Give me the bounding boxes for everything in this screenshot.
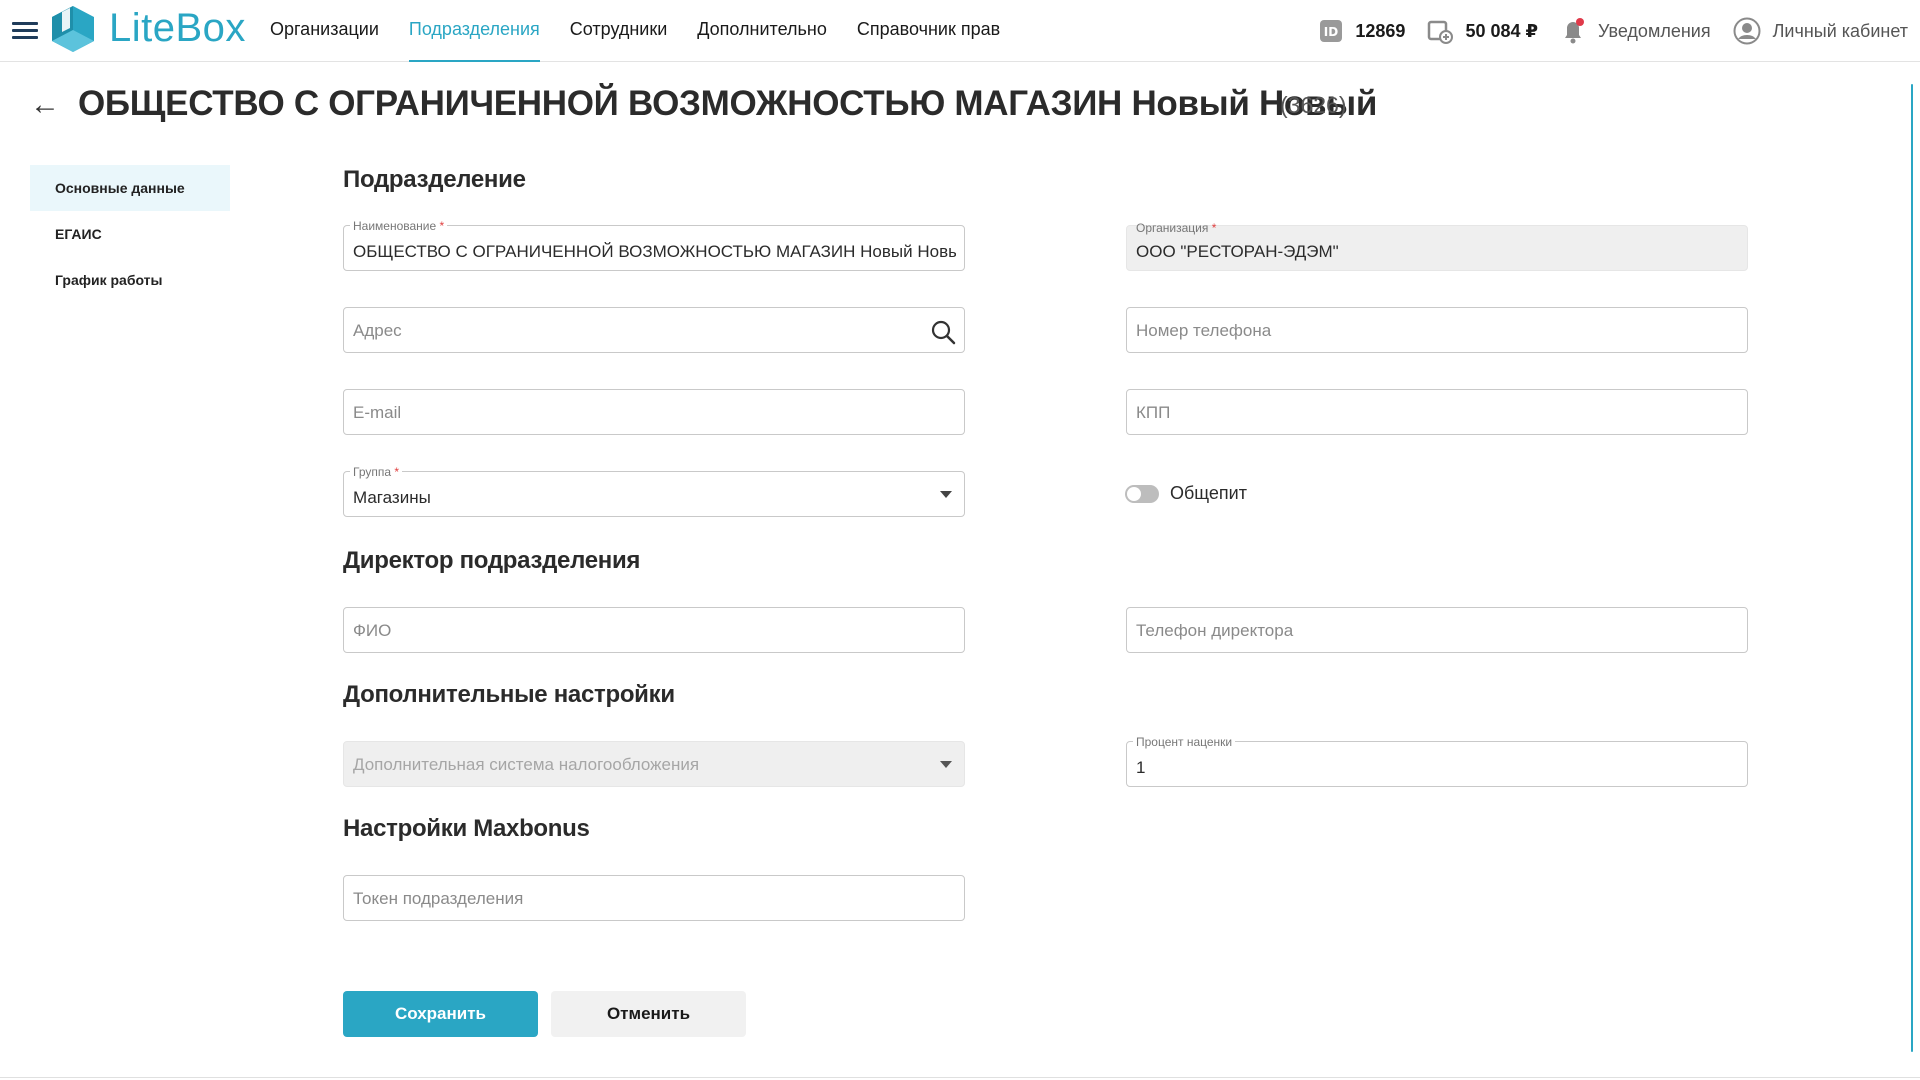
name-field-label: Наименование * xyxy=(350,219,448,233)
markup-input-label: Процент наценки xyxy=(1133,735,1236,749)
wallet-icon xyxy=(1427,18,1454,44)
catering-toggle[interactable]: Общепит xyxy=(1125,483,1247,504)
tax-system-select: Дополнительная система налогообложения xyxy=(343,741,965,787)
bell-icon xyxy=(1560,17,1586,45)
chevron-down-icon[interactable] xyxy=(940,491,952,498)
address-input[interactable]: Адрес xyxy=(343,307,965,353)
account-id: ID 12869 xyxy=(1319,19,1405,43)
scrollbar[interactable] xyxy=(1911,84,1913,1052)
id-icon: ID xyxy=(1319,19,1343,43)
nav-item-organizations[interactable]: Организации xyxy=(270,0,379,62)
nav-item-rights[interactable]: Справочник прав xyxy=(857,0,1000,62)
markup-input[interactable]: Процент наценки 1 xyxy=(1126,735,1748,787)
account[interactable]: Личный кабинет xyxy=(1733,17,1908,45)
kpp-placeholder: КПП xyxy=(1136,403,1171,422)
nav-item-divisions[interactable]: Подразделения xyxy=(408,0,540,62)
balance-value: 50 084 ₽ xyxy=(1465,20,1539,41)
director-phone-placeholder: Телефон директора xyxy=(1136,621,1294,640)
side-item-egais[interactable]: ЕГАИС xyxy=(30,211,230,257)
director-name-input[interactable]: ФИО xyxy=(343,607,965,653)
bottom-divider xyxy=(0,1077,1920,1078)
section-title-maxbonus: Настройки Maxbonus xyxy=(343,815,590,842)
litebox-logo-icon[interactable] xyxy=(48,4,98,54)
organization-field: Организация * ООО "РЕСТОРАН-ЭДЭМ" xyxy=(1126,221,1748,271)
organization-field-label: Организация * xyxy=(1136,221,1217,235)
user-avatar-icon xyxy=(1733,17,1761,45)
group-select-label: Группа * xyxy=(350,465,403,479)
section-title-additional: Дополнительные настройки xyxy=(343,681,675,708)
page-title: ОБЩЕСТВО С ОГРАНИЧЕННОЙ ВОЗМОЖНОСТЬЮ МАГ… xyxy=(78,84,1378,123)
name-field-value: ОБЩЕСТВО С ОГРАНИЧЕННОЙ ВОЗМОЖНОСТЬЮ МАГ… xyxy=(353,242,956,261)
token-placeholder: Токен подразделения xyxy=(353,889,524,908)
email-placeholder: E-mail xyxy=(353,403,402,422)
section-title-division: Подразделение xyxy=(343,166,526,193)
side-menu: Основные данные ЕГАИС График работы xyxy=(30,165,230,303)
page-count: (3626) xyxy=(1280,92,1347,118)
notifications[interactable]: Уведомления xyxy=(1560,17,1711,45)
main-nav: Организации Подразделения Сотрудники Доп… xyxy=(270,0,1030,62)
brand-name[interactable]: LiteBox xyxy=(109,6,246,51)
toggle-switch[interactable] xyxy=(1125,484,1159,503)
search-icon[interactable] xyxy=(930,319,956,350)
nav-item-additional[interactable]: Дополнительно xyxy=(697,0,827,62)
kpp-input[interactable]: КПП xyxy=(1126,389,1748,435)
token-input[interactable]: Токен подразделения xyxy=(343,875,965,921)
notifications-label: Уведомления xyxy=(1598,20,1711,41)
top-bar: LiteBox Организации Подразделения Сотруд… xyxy=(0,0,1920,62)
group-select-value: Магазины xyxy=(353,488,431,507)
phone-placeholder: Номер телефона xyxy=(1136,321,1272,340)
director-phone-input[interactable]: Телефон директора xyxy=(1126,607,1748,653)
cancel-button[interactable]: Отменить xyxy=(551,991,746,1037)
email-input[interactable]: E-mail xyxy=(343,389,965,435)
group-select[interactable]: Группа * Магазины xyxy=(343,465,965,517)
name-field[interactable]: Наименование * ОБЩЕСТВО С ОГРАНИЧЕННОЙ В… xyxy=(343,219,965,271)
chevron-down-icon xyxy=(940,761,952,768)
side-item-schedule[interactable]: График работы xyxy=(30,257,230,303)
back-arrow-icon[interactable]: ← xyxy=(30,90,60,120)
section-title-director: Директор подразделения xyxy=(343,547,641,574)
tax-system-placeholder: Дополнительная система налогообложения xyxy=(353,755,700,774)
organization-field-value: ООО "РЕСТОРАН-ЭДЭМ" xyxy=(1136,242,1339,261)
save-button[interactable]: Сохранить xyxy=(343,991,538,1037)
phone-input[interactable]: Номер телефона xyxy=(1126,307,1748,353)
address-placeholder: Адрес xyxy=(353,321,402,340)
balance[interactable]: 50 084 ₽ xyxy=(1427,18,1538,44)
id-value: 12869 xyxy=(1355,20,1406,41)
account-label: Личный кабинет xyxy=(1772,20,1908,41)
side-item-main-data[interactable]: Основные данные xyxy=(30,165,230,211)
menu-icon[interactable] xyxy=(12,22,38,40)
markup-input-value: 1 xyxy=(1136,758,1146,777)
svg-text:ID: ID xyxy=(1324,25,1338,39)
catering-toggle-label: Общепит xyxy=(1170,483,1247,503)
header-right: ID 12869 50 084 ₽ Уведомления Личный каб… xyxy=(1297,0,1908,62)
director-name-placeholder: ФИО xyxy=(353,621,392,640)
nav-item-employees[interactable]: Сотрудники xyxy=(570,0,668,62)
